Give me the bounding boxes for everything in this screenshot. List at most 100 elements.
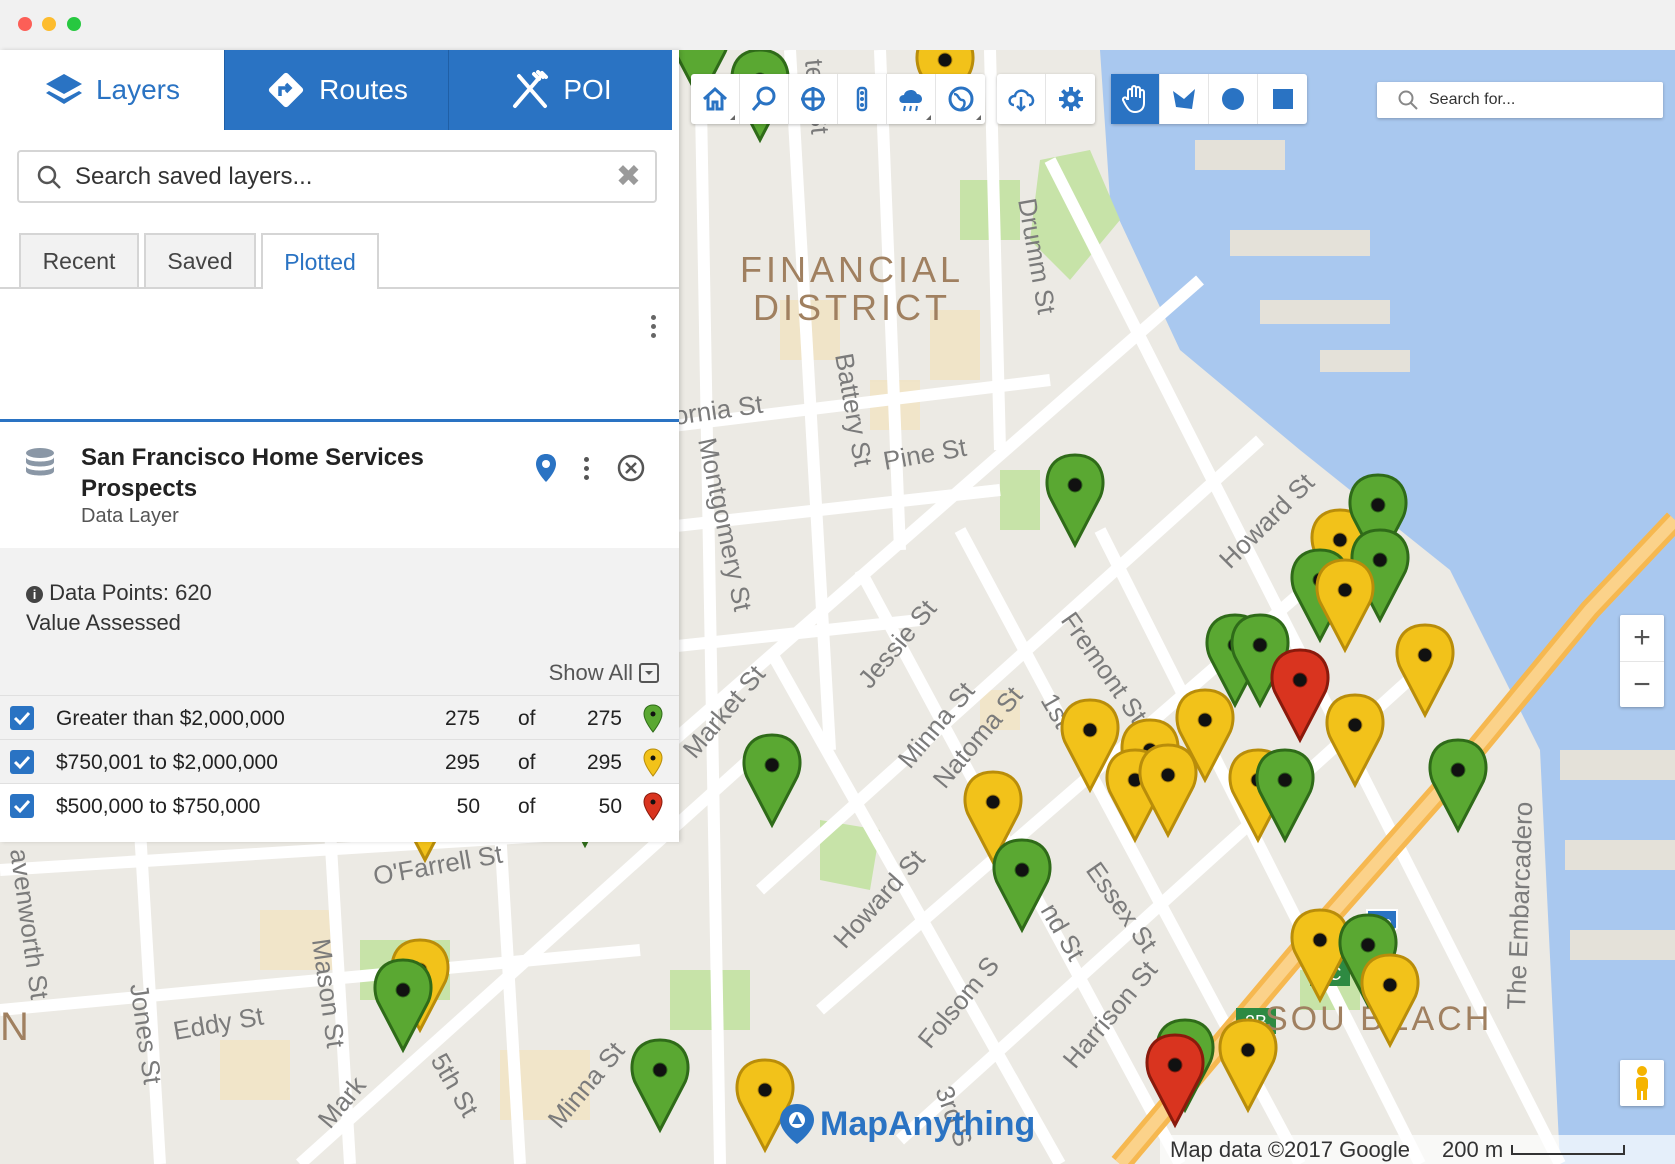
layers-icon xyxy=(45,74,82,104)
data-points-row: i Data Points: 620 xyxy=(26,580,212,606)
map-pin-logo-icon xyxy=(780,1104,814,1144)
street-label: Jessie St xyxy=(852,593,943,694)
legend-of: of xyxy=(518,751,536,774)
map-toolbar-secondary xyxy=(997,74,1095,124)
map-pin-green[interactable] xyxy=(742,733,802,827)
map-label: N xyxy=(0,1005,29,1049)
map-marker-icon[interactable] xyxy=(534,452,558,484)
traffic-button[interactable] xyxy=(838,74,887,124)
legend-label: $750,001 to $2,000,000 xyxy=(56,751,278,774)
download-button[interactable] xyxy=(997,74,1046,124)
zoom-control: + − xyxy=(1620,615,1664,707)
layer-search-input[interactable]: Search saved layers... ✖ xyxy=(17,150,657,203)
search-icon xyxy=(37,165,61,189)
route-sign-icon xyxy=(268,72,304,108)
street-label: Mason St xyxy=(306,937,351,1051)
traffic-light-icon xyxy=(856,86,868,112)
legend-shown-count: 275 xyxy=(444,707,480,730)
street-label: ornia St xyxy=(672,389,766,431)
square-icon xyxy=(1272,89,1293,109)
home-button[interactable] xyxy=(691,74,740,124)
cloud-download-icon xyxy=(1008,89,1035,112)
subtab-saved[interactable]: Saved xyxy=(144,233,256,287)
settings-button[interactable] xyxy=(1046,74,1095,124)
subtab-plotted[interactable]: Plotted xyxy=(261,233,379,289)
map-attribution: Map data ©2017 Google 200 m xyxy=(1160,1135,1675,1164)
layer-title: San Francisco Home Services Prospects xyxy=(81,444,424,502)
legend-shown-count: 295 xyxy=(444,751,480,774)
my-location-button[interactable] xyxy=(789,74,838,124)
district-label: FINANCIAL xyxy=(740,249,964,290)
tab-poi[interactable]: POI xyxy=(448,50,672,130)
legend-checkbox[interactable] xyxy=(10,794,34,818)
yellow-marker-icon xyxy=(643,748,663,777)
zoom-in-button[interactable]: + xyxy=(1620,615,1664,662)
legend-total-count: 275 xyxy=(586,707,622,730)
crosshair-icon xyxy=(801,87,825,111)
tab-routes-label: Routes xyxy=(319,74,408,105)
hand-icon xyxy=(1121,85,1145,114)
app-window: 80 2C 2B FINANCIAL DISTRICT SOU BEACH E … xyxy=(0,0,1675,1164)
zoom-to-button[interactable] xyxy=(740,74,789,124)
info-icon: i xyxy=(26,586,43,603)
subtab-recent[interactable]: Recent xyxy=(19,233,139,287)
magnifier-icon xyxy=(751,86,776,111)
circle-tool-button[interactable] xyxy=(1209,74,1258,124)
map-pin-yellow[interactable] xyxy=(1395,623,1455,717)
legend-row: Greater than $2,000,000 275 of 275 xyxy=(0,695,679,740)
map-pin-yellow[interactable] xyxy=(1315,558,1375,652)
minimize-window-button[interactable] xyxy=(42,17,56,31)
layer-menu-icon[interactable] xyxy=(584,456,590,480)
remove-layer-icon[interactable] xyxy=(616,453,646,483)
legend-checkbox[interactable] xyxy=(10,706,34,730)
legend-shown-count: 50 xyxy=(456,795,480,818)
legend-checkbox[interactable] xyxy=(10,750,34,774)
clear-search-icon[interactable]: ✖ xyxy=(616,159,641,194)
map-pin-yellow[interactable] xyxy=(1138,743,1198,837)
map-pin-green[interactable] xyxy=(373,958,433,1052)
pan-tool-button[interactable] xyxy=(1111,74,1160,124)
polygon-tool-button[interactable] xyxy=(1160,74,1209,124)
layer-subtabs: Recent Saved Plotted xyxy=(0,233,679,289)
tab-layers[interactable]: Layers xyxy=(0,50,224,130)
tab-routes[interactable]: Routes xyxy=(224,50,448,130)
street-view-pegman[interactable] xyxy=(1620,1060,1664,1106)
layer-details: i Data Points: 620 Value Assessed Show A… xyxy=(0,548,679,828)
legend-label: Greater than $2,000,000 xyxy=(56,707,285,730)
assessed-field: Value Assessed xyxy=(26,610,181,635)
globe-button[interactable] xyxy=(936,74,985,124)
show-all-label: Show All xyxy=(548,660,633,685)
scale-bar xyxy=(1511,1144,1626,1155)
gear-icon xyxy=(1058,87,1083,111)
legend-total-count: 50 xyxy=(598,795,622,818)
title-bar xyxy=(0,0,1675,51)
map-pin-green[interactable] xyxy=(1045,453,1105,547)
zoom-out-button[interactable]: − xyxy=(1620,662,1664,708)
mapanything-logo: MapAnything xyxy=(778,1102,1035,1146)
tab-layers-label: Layers xyxy=(95,74,181,105)
layers-panel: Layers Routes POI Search saved layers...… xyxy=(0,50,679,842)
street-label: 5th St xyxy=(425,1048,485,1123)
legend-of: of xyxy=(518,795,536,818)
map-pin-green[interactable] xyxy=(630,1038,690,1132)
map-pin-green[interactable] xyxy=(1428,738,1488,832)
layer-card[interactable]: San Francisco Home Services Prospects Da… xyxy=(0,422,679,549)
polygon-icon xyxy=(1173,89,1195,109)
maximize-window-button[interactable] xyxy=(67,17,81,31)
close-window-button[interactable] xyxy=(18,17,32,31)
database-icon xyxy=(26,448,54,476)
globe-icon xyxy=(948,86,973,112)
search-icon xyxy=(1398,90,1418,110)
map-pin-red[interactable] xyxy=(1270,648,1330,742)
legend-row: $500,000 to $750,000 50 of 50 xyxy=(0,783,679,828)
map-pin-yellow[interactable] xyxy=(1325,693,1385,787)
weather-button[interactable] xyxy=(887,74,936,124)
more-options-icon[interactable] xyxy=(651,315,657,342)
plotted-toolbar xyxy=(0,289,679,422)
tab-poi-label: POI xyxy=(563,74,612,105)
show-all-toggle[interactable]: Show All xyxy=(549,660,659,686)
map-toolbar-draw xyxy=(1111,74,1307,124)
circle-icon xyxy=(1222,88,1244,110)
rectangle-tool-button[interactable] xyxy=(1258,74,1307,124)
map-search-box[interactable]: Search for... xyxy=(1377,82,1663,118)
